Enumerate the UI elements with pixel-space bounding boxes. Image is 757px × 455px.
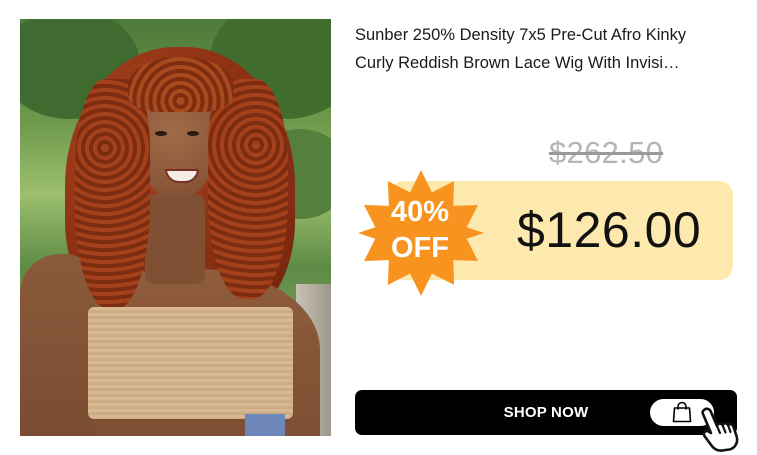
hair-curls-left — [75, 79, 150, 309]
product-photo[interactable] — [20, 19, 331, 436]
hair-curls-right — [208, 79, 288, 299]
sale-price: $126.00 — [517, 202, 702, 258]
jeans — [245, 414, 285, 436]
discount-off-label: OFF — [391, 232, 449, 264]
pointing-hand-icon — [701, 407, 739, 452]
eye — [187, 131, 199, 136]
discount-percent: 40% — [390, 196, 450, 228]
shop-now-button[interactable]: SHOP NOW — [355, 390, 737, 435]
tube-top — [88, 307, 293, 419]
product-title[interactable]: Sunber 250% Density 7x5 Pre-Cut Afro Kin… — [355, 21, 725, 77]
eye — [155, 131, 167, 136]
hair-bangs — [128, 57, 233, 112]
arm — [20, 254, 95, 436]
shopping-bag-icon — [672, 401, 692, 423]
original-price: $262.50 — [549, 135, 664, 170]
product-card: Sunber 250% Density 7x5 Pre-Cut Afro Kin… — [0, 0, 757, 455]
neck — [145, 194, 205, 284]
discount-text: 40% OFF — [356, 194, 484, 266]
